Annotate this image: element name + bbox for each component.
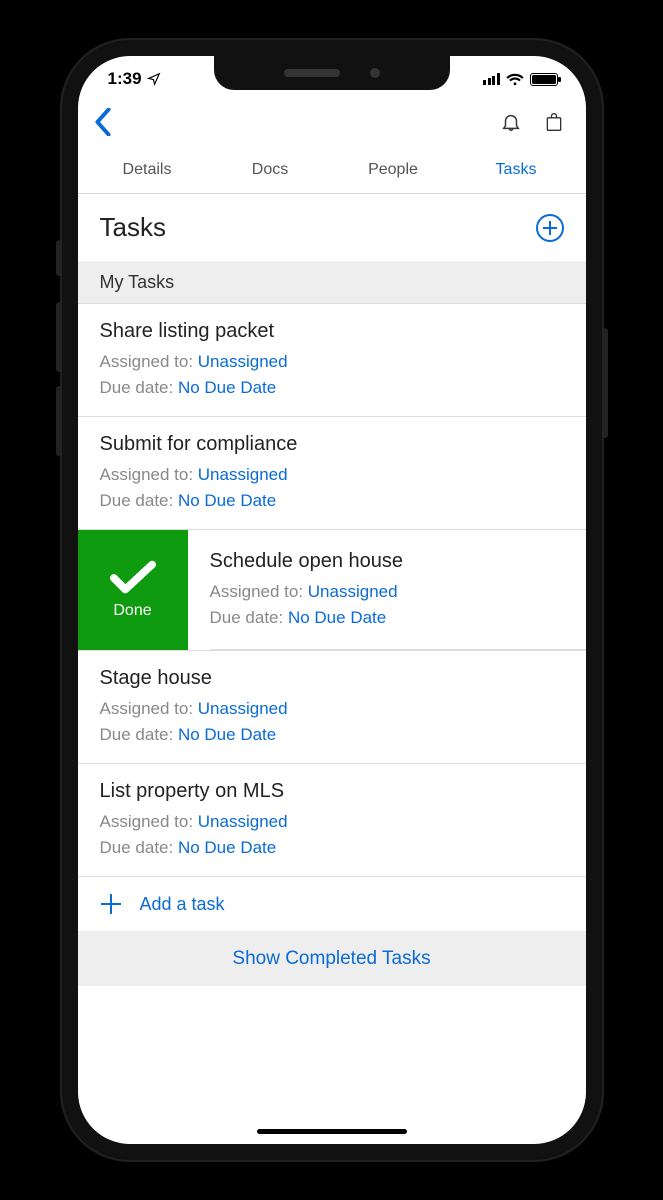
assigned-label: Assigned to:	[210, 582, 308, 601]
done-label: Done	[113, 602, 151, 620]
due-label: Due date:	[100, 378, 178, 397]
section-my-tasks: My Tasks	[78, 262, 586, 304]
task-due[interactable]: No Due Date	[178, 491, 276, 510]
bell-icon	[500, 110, 522, 134]
volume-down	[56, 386, 62, 456]
page-header: Tasks	[78, 194, 586, 262]
front-camera	[370, 68, 380, 78]
assigned-label: Assigned to:	[100, 812, 198, 831]
task-due[interactable]: No Due Date	[288, 608, 386, 627]
screen: 1:39 Details D	[78, 56, 586, 1144]
nav-bar	[78, 102, 586, 149]
mute-switch	[56, 240, 62, 276]
due-label: Due date:	[210, 608, 288, 627]
battery-icon	[530, 73, 558, 86]
task-list: Share listing packet Assigned to: Unassi…	[78, 304, 586, 1144]
mark-done-button[interactable]: Done	[78, 530, 188, 650]
task-title: Share listing packet	[100, 320, 564, 343]
due-label: Due date:	[100, 838, 178, 857]
phone-frame: 1:39 Details D	[62, 40, 602, 1160]
plus-icon	[100, 893, 122, 915]
home-indicator[interactable]	[257, 1129, 407, 1134]
tab-docs[interactable]: Docs	[209, 149, 332, 193]
plus-icon	[542, 220, 558, 236]
task-row[interactable]: Submit for compliance Assigned to: Unass…	[78, 417, 586, 530]
wifi-icon	[506, 73, 524, 86]
notifications-button[interactable]	[500, 110, 522, 139]
add-task-label: Add a task	[140, 894, 225, 915]
assigned-label: Assigned to:	[100, 699, 198, 718]
location-icon	[147, 72, 161, 86]
show-completed-button[interactable]: Show Completed Tasks	[78, 932, 586, 986]
due-label: Due date:	[100, 491, 178, 510]
tab-people[interactable]: People	[332, 149, 455, 193]
add-task-row[interactable]: Add a task	[78, 877, 586, 932]
chevron-left-icon	[94, 108, 112, 136]
task-title: Schedule open house	[210, 550, 564, 573]
page-title: Tasks	[100, 212, 166, 243]
back-button[interactable]	[94, 108, 112, 141]
due-label: Due date:	[100, 725, 178, 744]
task-due[interactable]: No Due Date	[178, 838, 276, 857]
task-title: Stage house	[100, 667, 564, 690]
shopping-bag-icon	[544, 110, 564, 134]
add-task-header-button[interactable]	[536, 214, 564, 242]
shopping-button[interactable]	[544, 110, 564, 139]
task-assignee[interactable]: Unassigned	[198, 352, 288, 371]
task-due[interactable]: No Due Date	[178, 725, 276, 744]
task-assignee[interactable]: Unassigned	[198, 699, 288, 718]
task-title: List property on MLS	[100, 780, 564, 803]
cellular-icon	[483, 73, 500, 85]
power-button	[602, 328, 608, 438]
task-assignee[interactable]: Unassigned	[308, 582, 398, 601]
task-assignee[interactable]: Unassigned	[198, 812, 288, 831]
assigned-label: Assigned to:	[100, 352, 198, 371]
task-due[interactable]: No Due Date	[178, 378, 276, 397]
assigned-label: Assigned to:	[100, 465, 198, 484]
show-completed-label: Show Completed Tasks	[232, 948, 430, 969]
task-title: Submit for compliance	[100, 433, 564, 456]
tab-details[interactable]: Details	[86, 149, 209, 193]
status-time: 1:39	[108, 69, 142, 89]
task-row[interactable]: Stage house Assigned to: Unassigned Due …	[78, 650, 586, 764]
volume-up	[56, 302, 62, 372]
tab-tasks[interactable]: Tasks	[455, 149, 578, 193]
task-row[interactable]: Share listing packet Assigned to: Unassi…	[78, 304, 586, 417]
task-row[interactable]: Done Schedule open house Assigned to: Un…	[78, 530, 586, 650]
task-row[interactable]: List property on MLS Assigned to: Unassi…	[78, 764, 586, 877]
task-assignee[interactable]: Unassigned	[198, 465, 288, 484]
notch	[214, 56, 450, 90]
speaker	[284, 69, 340, 77]
tab-bar: Details Docs People Tasks	[78, 149, 586, 194]
check-icon	[110, 560, 156, 596]
